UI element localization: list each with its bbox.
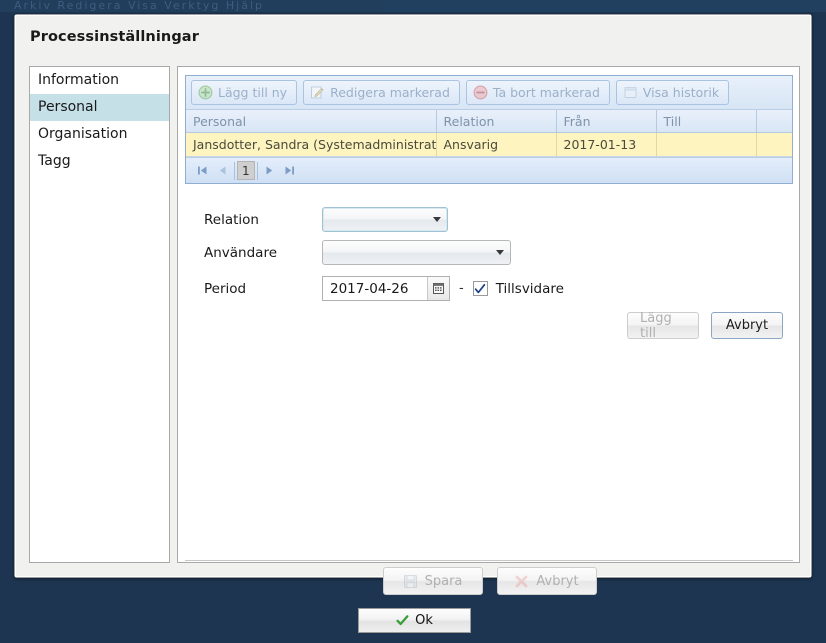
table-header-row: Personal Relation Från Till	[186, 110, 792, 133]
form-add-button-label: Lägg till	[640, 310, 672, 341]
app-menu-strip-text: Arkiv Redigera Visa Verktyg Hjälp	[14, 0, 264, 12]
ok-button[interactable]: Ok	[358, 608, 471, 633]
add-new-button[interactable]: Lägg till ny	[191, 80, 298, 105]
form-actions: Lägg till Avbryt	[627, 310, 783, 341]
pager-next-button[interactable]	[260, 161, 280, 181]
green-check-icon	[396, 615, 409, 626]
personal-content-panel: Lägg till ny Redigera markerad Ta bort m…	[177, 66, 800, 595]
column-header-extra[interactable]	[756, 110, 792, 133]
relation-label: Relation	[204, 211, 259, 228]
form-cancel-button-label: Avbryt	[725, 318, 769, 333]
ok-button-label: Ok	[415, 613, 433, 628]
grid-pager: 1	[186, 157, 792, 183]
form-cancel-button[interactable]: Avbryt	[711, 312, 783, 339]
period-from-field[interactable]	[322, 276, 450, 301]
process-settings-dialog: Processinställningar Information Persona…	[14, 14, 812, 595]
show-history-button[interactable]: Visa historik	[615, 80, 730, 105]
go-last-icon	[285, 166, 295, 175]
go-first-icon	[197, 166, 206, 175]
checkmark-icon	[474, 283, 486, 293]
pager-divider	[256, 161, 258, 180]
anvandare-row: Användare	[204, 240, 511, 265]
cell-till	[656, 132, 757, 157]
app-menu-strip: Arkiv Redigera Visa Verktyg Hjälp	[0, 0, 826, 12]
column-header-personal[interactable]: Personal	[186, 110, 437, 133]
column-header-relation[interactable]: Relation	[436, 110, 557, 133]
delete-selected-button[interactable]: Ta bort markerad	[465, 80, 610, 105]
sidebar-item-tagg[interactable]: Tagg	[30, 148, 169, 175]
tillsvidare-label: Tillsvidare	[495, 280, 564, 297]
add-circle-icon	[198, 85, 213, 100]
chevron-down-icon	[496, 250, 504, 255]
personal-grid: Lägg till ny Redigera markerad Ta bort m…	[185, 75, 793, 184]
period-separator: -	[459, 281, 464, 296]
calendar-icon	[433, 283, 444, 294]
cell-fran: 2017-01-13	[556, 132, 657, 157]
edit-selected-button[interactable]: Redigera markerad	[303, 80, 460, 105]
cell-personal: Jansdotter, Sandra (Systemadministratör)	[186, 132, 437, 157]
go-next-icon	[266, 166, 273, 175]
history-window-icon	[623, 85, 638, 100]
sidebar-item-information[interactable]: Information	[30, 67, 169, 94]
footer-cancel-button-label: Avbryt	[536, 573, 579, 589]
relation-select[interactable]	[322, 207, 448, 232]
cell-relation: Ansvarig	[436, 132, 557, 157]
save-button[interactable]: Spara	[382, 567, 483, 595]
tillsvidare-checkbox[interactable]	[472, 281, 488, 296]
delete-selected-button-label: Ta bort markerad	[492, 85, 600, 100]
pager-divider	[234, 161, 235, 180]
cell-extra	[756, 132, 792, 157]
grid-toolbar: Lägg till ny Redigera markerad Ta bort m…	[186, 76, 792, 110]
sidebar-item-personal[interactable]: Personal	[30, 94, 169, 121]
anvandare-label: Användare	[204, 244, 278, 261]
period-label: Period	[204, 280, 247, 297]
save-button-label: Spara	[424, 573, 463, 589]
calendar-picker-button[interactable]	[427, 277, 449, 300]
pager-prev-button[interactable]	[212, 161, 232, 181]
column-header-fran[interactable]: Från	[556, 110, 657, 133]
personal-table: Personal Relation Från Till Jansdotter, …	[186, 110, 792, 157]
red-cross-icon	[515, 575, 528, 587]
period-row: Period -	[204, 276, 564, 301]
form-add-button[interactable]: Lägg till	[627, 310, 699, 341]
anvandare-select[interactable]	[322, 240, 511, 265]
panel-footer: Spara Avbryt	[178, 567, 801, 595]
floppy-disk-icon	[403, 574, 417, 588]
footer-cancel-button[interactable]: Avbryt	[496, 567, 597, 595]
add-new-button-label: Lägg till ny	[218, 85, 288, 100]
remove-circle-icon	[473, 85, 488, 100]
go-prev-icon	[219, 166, 225, 175]
pager-last-button[interactable]	[280, 161, 300, 181]
chevron-down-icon	[433, 217, 441, 222]
edit-pencil-icon	[310, 85, 325, 100]
table-row[interactable]: Jansdotter, Sandra (Systemadministratör)…	[186, 132, 792, 157]
show-history-button-label: Visa historik	[642, 85, 720, 100]
pager-first-button[interactable]	[192, 161, 212, 181]
settings-sidebar: Information Personal Organisation Tagg	[29, 66, 170, 563]
relation-row: Relation	[204, 207, 448, 232]
pager-page-1[interactable]: 1	[237, 161, 255, 180]
sidebar-item-organisation[interactable]: Organisation	[30, 121, 169, 148]
period-from-input[interactable]	[323, 279, 424, 298]
footer-divider	[185, 560, 793, 561]
page-title: Processinställningar	[30, 29, 199, 45]
edit-selected-button-label: Redigera markerad	[330, 85, 450, 100]
column-header-till[interactable]: Till	[656, 110, 757, 133]
